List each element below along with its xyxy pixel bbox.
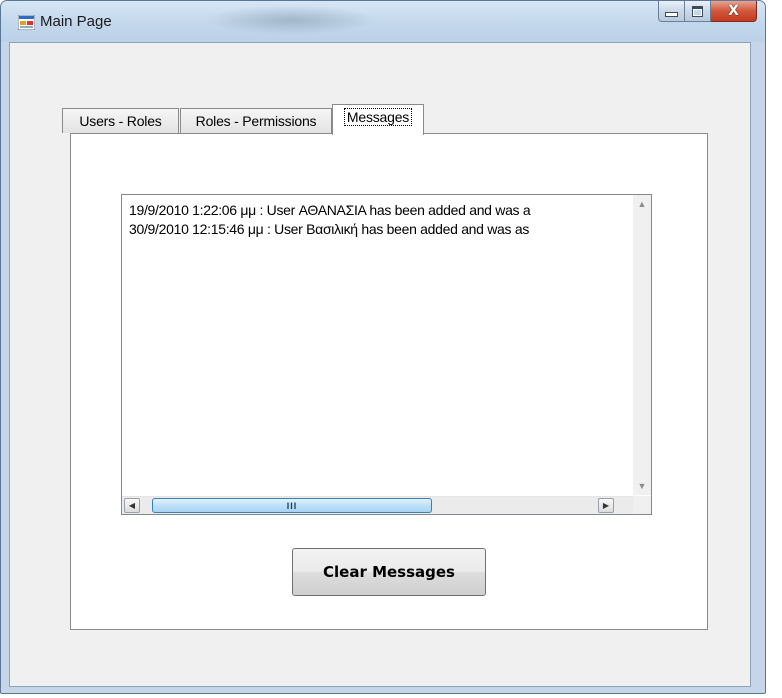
list-item[interactable]: 19/9/2010 1:22:06 μμ : User ΑΘΑΝΑΣΙΑ has… bbox=[129, 201, 631, 220]
window-title: Main Page bbox=[40, 13, 112, 30]
scroll-up-icon[interactable]: ▲ bbox=[633, 195, 651, 213]
tab-label: Users - Roles bbox=[79, 113, 162, 129]
scrollbar-corner bbox=[633, 496, 651, 514]
windows-form-icon bbox=[18, 15, 35, 30]
tab-roles-permissions[interactable]: Roles - Permissions bbox=[180, 108, 332, 133]
message-lines: 19/9/2010 1:22:06 μμ : User ΑΘΑΝΑΣΙΑ has… bbox=[129, 201, 631, 239]
caption-buttons: X bbox=[658, 1, 757, 23]
tab-users-roles[interactable]: Users - Roles bbox=[62, 108, 179, 133]
horizontal-scrollbar[interactable]: ◀ III ▶ bbox=[122, 496, 634, 514]
maximize-button[interactable] bbox=[685, 1, 711, 22]
vertical-scrollbar[interactable]: ▲ ▼ bbox=[633, 195, 651, 495]
minimize-icon bbox=[665, 11, 678, 17]
tab-label: Roles - Permissions bbox=[195, 113, 317, 129]
close-button[interactable]: X bbox=[711, 1, 757, 22]
minimize-button[interactable] bbox=[658, 1, 685, 22]
scroll-left-icon[interactable]: ◀ bbox=[124, 498, 140, 513]
close-icon: X bbox=[728, 3, 739, 19]
tab-messages[interactable]: Messages bbox=[332, 104, 424, 135]
maximize-icon bbox=[692, 5, 703, 17]
list-item[interactable]: 30/9/2010 12:15:46 μμ : User Βασιλική ha… bbox=[129, 220, 631, 239]
clear-messages-button[interactable]: Clear Messages bbox=[292, 548, 486, 596]
messages-listbox[interactable]: 19/9/2010 1:22:06 μμ : User ΑΘΑΝΑΣΙΑ has… bbox=[121, 194, 652, 515]
tab-label: Messages bbox=[343, 108, 413, 126]
horizontal-scroll-thumb[interactable]: III bbox=[152, 498, 432, 513]
blurred-taskbar-artifact bbox=[206, 5, 376, 35]
title-bar[interactable]: Main Page X bbox=[1, 1, 765, 42]
grip-icon: III bbox=[286, 500, 298, 511]
scroll-down-icon[interactable]: ▼ bbox=[633, 477, 651, 495]
messages-tab-panel: 19/9/2010 1:22:06 μμ : User ΑΘΑΝΑΣΙΑ has… bbox=[70, 133, 708, 630]
scroll-right-icon[interactable]: ▶ bbox=[598, 498, 614, 513]
